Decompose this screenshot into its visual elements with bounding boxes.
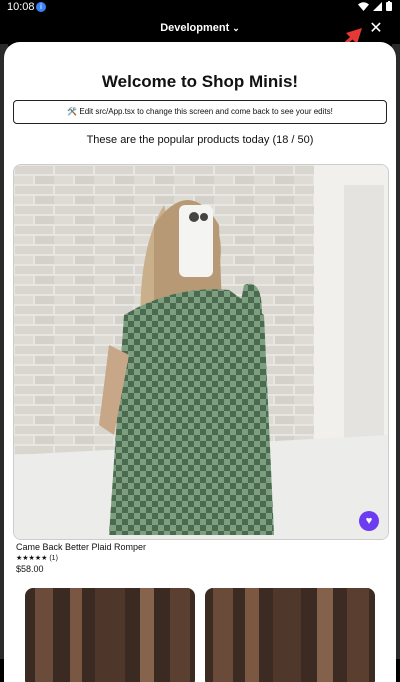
edit-hint-banner: 🛠️ Edit src/App.tsx to change this scree… xyxy=(13,100,387,124)
review-count: (1) xyxy=(49,555,58,562)
environment-label: Development xyxy=(160,22,230,34)
product-image xyxy=(205,588,375,682)
popular-products-text: These are the popular products today (18… xyxy=(86,134,314,146)
system-icons xyxy=(358,1,392,11)
chevron-down-icon: ⌄ xyxy=(232,23,240,33)
product-rating: ★★★★★ (1) xyxy=(16,554,58,562)
product-card[interactable]: ♥ xyxy=(13,164,389,540)
close-button[interactable]: ✕ xyxy=(366,19,386,39)
product-image xyxy=(25,588,195,682)
notification-badge-icon: i xyxy=(36,2,46,12)
cellular-signal-icon xyxy=(373,1,382,11)
page-title: Welcome to Shop Minis! xyxy=(101,72,299,91)
product-name: Came Back Better Plaid Romper xyxy=(16,542,147,552)
product-price: $58.00 xyxy=(16,564,44,574)
status-bar: 10:08 i xyxy=(0,0,400,16)
star-rating-icon: ★★★★★ xyxy=(16,555,48,562)
favorite-button[interactable]: ♥ xyxy=(359,511,379,531)
product-card[interactable] xyxy=(25,588,195,682)
close-icon: ✕ xyxy=(369,20,383,37)
product-image xyxy=(14,165,388,539)
shop-mini-sheet: Welcome to Shop Minis! 🛠️ Edit src/App.t… xyxy=(4,42,396,682)
status-time: 10:08 xyxy=(7,1,35,13)
product-card[interactable] xyxy=(205,588,375,682)
battery-icon xyxy=(386,1,392,11)
wifi-icon xyxy=(358,1,369,11)
heart-icon: ♥ xyxy=(365,515,373,527)
